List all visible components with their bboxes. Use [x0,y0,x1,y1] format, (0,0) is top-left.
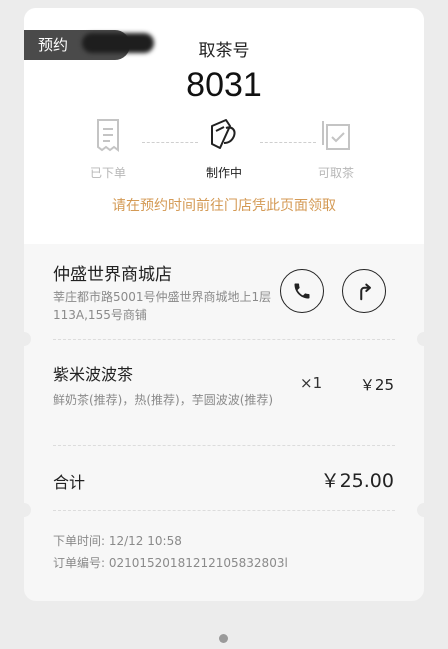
store-address: 莘庄都市路5001号仲盛世界商城地上1层113A,155号商铺 [53,290,272,322]
card-notch [417,332,431,346]
section-divider [53,445,395,446]
step-ready: 可取茶 [296,116,376,181]
order-time: 下单时间: 12/12 10:58 [53,534,182,548]
total-value: ￥25.00 [320,470,394,492]
order-card: 预约 取茶号 8031 已下单 制作中 可取茶 请在预约时间前往门店凭此页面领取… [24,8,424,601]
shaker-icon [211,119,236,149]
pickup-notice: 请在预约时间前往门店凭此页面领取 [112,198,336,214]
step-ordered: 已下单 [68,116,148,181]
step-making: 制作中 [184,116,264,181]
order-number: 订单编号: 02101520181212105832803l [53,556,288,570]
receipt-icon [97,119,119,152]
item-name: 紫米波波茶 [53,365,134,384]
phone-icon [294,283,310,299]
order-status-section: 预约 取茶号 8031 已下单 制作中 可取茶 请在预约时间前往门店凭此页面领取 [24,8,424,244]
pickup-number: 8031 [186,66,262,104]
directions-button[interactable] [342,269,386,313]
card-notch [17,332,31,346]
item-spec: 鲜奶茶(推荐)，热(推荐)，芋圆波波(推荐) [53,393,274,407]
step-ordered-label: 已下单 [89,166,126,180]
card-notch [17,503,31,517]
total-label: 合计 [53,473,86,492]
item-quantity: ×1 [300,374,323,392]
page-indicator-dot[interactable] [219,634,228,643]
card-notch [417,503,431,517]
pickup-label: 取茶号 [198,41,250,61]
section-divider [53,510,395,511]
pickup-cup-icon [322,121,350,150]
section-divider [53,339,395,340]
call-store-button[interactable] [280,269,324,313]
item-price: ￥25 [359,376,394,394]
store-name: 仲盛世界商城店 [53,265,172,285]
step-making-label: 制作中 [205,166,242,180]
directions-icon [360,283,371,301]
step-ready-label: 可取茶 [317,166,354,180]
